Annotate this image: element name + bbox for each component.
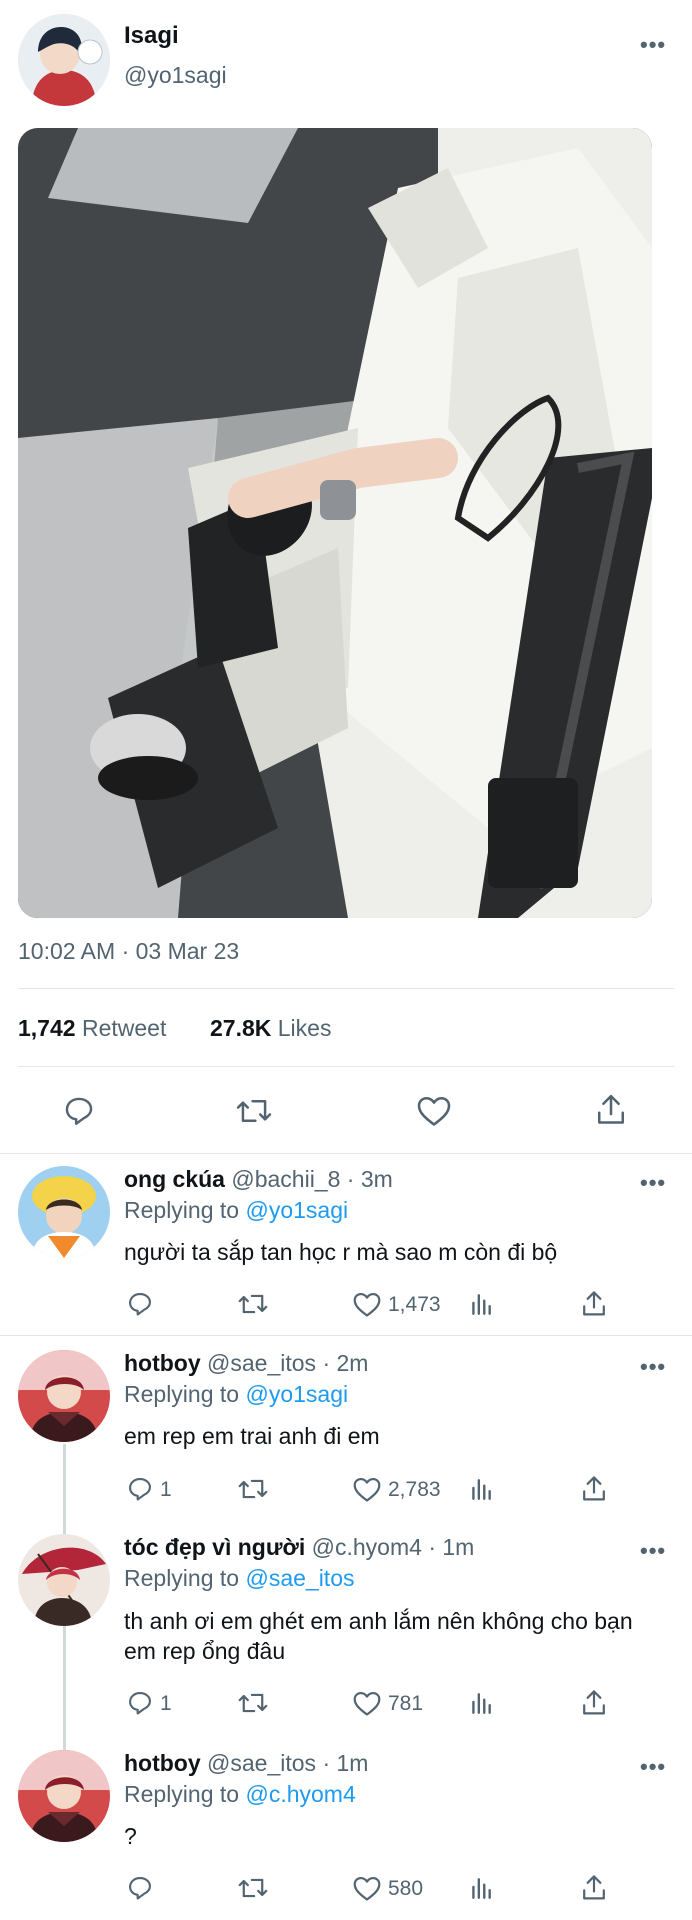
retweet-count: 1,742	[18, 1015, 76, 1041]
reply-text: th anh ơi em ghét em anh lắm nên không c…	[124, 1608, 633, 1664]
like-count: 781	[388, 1692, 424, 1715]
reply-display-name[interactable]: tóc đẹp vì người	[124, 1534, 305, 1560]
reply-header: ong ckúa @bachii_8 · 3m	[124, 1166, 393, 1193]
reply-time: · 3m	[346, 1166, 393, 1192]
reply-avatar[interactable]	[18, 1750, 110, 1842]
reply-avatar[interactable]	[18, 1350, 110, 1442]
reply-text: em rep em trai anh đi em	[124, 1423, 380, 1449]
retweet-label: Retweet	[81, 1015, 167, 1041]
replying-to-link[interactable]: @yo1sagi	[245, 1197, 348, 1223]
replying-label: Replying to	[124, 1781, 240, 1807]
reply-display-name[interactable]: ong ckúa	[124, 1166, 225, 1192]
retweet-icon[interactable]	[238, 1874, 268, 1902]
replying-to-link[interactable]: @yo1sagi	[245, 1381, 348, 1407]
more-icon[interactable]: •••	[640, 32, 666, 58]
author-display-name[interactable]: Isagi	[124, 22, 179, 50]
replying-label: Replying to	[124, 1381, 240, 1407]
replying-to: Replying to @yo1sagi	[124, 1197, 348, 1224]
divider	[18, 1066, 674, 1067]
like-count: 1,473	[388, 1293, 441, 1316]
reply-header: tóc đẹp vì người @c.hyom4 · 1m	[124, 1534, 474, 1561]
divider	[0, 1335, 692, 1336]
reply-handle[interactable]: @c.hyom4	[312, 1534, 422, 1560]
replying-to-link[interactable]: @c.hyom4	[245, 1781, 355, 1807]
reply-icon[interactable]	[62, 1094, 96, 1128]
replying-to-link[interactable]: @sae_itos	[245, 1565, 354, 1591]
replying-to: Replying to @c.hyom4	[124, 1781, 356, 1808]
more-icon[interactable]: •••	[640, 1354, 666, 1380]
like-icon[interactable]	[352, 1291, 382, 1318]
like-icon[interactable]	[416, 1094, 452, 1128]
reply-handle[interactable]: @bachii_8	[231, 1166, 340, 1192]
like-icon[interactable]	[352, 1875, 382, 1902]
reply-time: · 2m	[322, 1350, 369, 1376]
share-icon[interactable]	[580, 1289, 608, 1319]
retweet-icon[interactable]	[236, 1094, 272, 1128]
reply-display-name[interactable]: hotboy	[124, 1350, 201, 1376]
retweet-stat[interactable]: 1,742 Retweet	[18, 1015, 166, 1042]
reply-time: · 1m	[322, 1750, 369, 1776]
like-icon[interactable]	[352, 1476, 382, 1503]
reply-handle[interactable]: @sae_itos	[207, 1350, 316, 1376]
tweet-timestamp: 10:02 AM · 03 Mar 23	[18, 938, 240, 964]
divider	[18, 988, 674, 989]
analytics-icon[interactable]	[468, 1690, 494, 1716]
more-icon[interactable]: •••	[640, 1754, 666, 1780]
analytics-icon[interactable]	[468, 1875, 494, 1901]
reply-text: người ta sắp tan học r mà sao m còn đi b…	[124, 1239, 558, 1265]
reply-count: 1	[160, 1478, 172, 1501]
reply-icon[interactable]	[126, 1874, 154, 1902]
reply-handle[interactable]: @sae_itos	[207, 1750, 316, 1776]
likes-label: Likes	[277, 1015, 332, 1041]
tweet-photo[interactable]	[18, 128, 652, 918]
likes-stat[interactable]: 27.8K Likes	[210, 1015, 331, 1042]
reply-time: · 1m	[428, 1534, 475, 1560]
more-icon[interactable]: •••	[640, 1538, 666, 1564]
author-handle[interactable]: @yo1sagi	[124, 62, 227, 89]
reply-icon[interactable]	[126, 1475, 154, 1503]
share-icon[interactable]	[594, 1092, 628, 1128]
retweet-icon[interactable]	[238, 1290, 268, 1318]
likes-count: 27.8K	[210, 1015, 272, 1041]
more-icon[interactable]: •••	[640, 1170, 666, 1196]
author-avatar[interactable]	[18, 14, 110, 106]
reply-icon[interactable]	[126, 1689, 154, 1717]
replying-to: Replying to @yo1sagi	[124, 1381, 348, 1408]
like-icon[interactable]	[352, 1690, 382, 1717]
like-count: 2,783	[388, 1478, 441, 1501]
like-count: 580	[388, 1877, 424, 1900]
share-icon[interactable]	[580, 1474, 608, 1504]
reply-avatar[interactable]	[18, 1534, 110, 1626]
share-icon[interactable]	[580, 1688, 608, 1718]
reply-count: 1	[160, 1692, 172, 1715]
replying-label: Replying to	[124, 1565, 240, 1591]
retweet-icon[interactable]	[238, 1475, 268, 1503]
retweet-icon[interactable]	[238, 1689, 268, 1717]
share-icon[interactable]	[580, 1873, 608, 1903]
analytics-icon[interactable]	[468, 1476, 494, 1502]
reply-header: hotboy @sae_itos · 2m	[124, 1350, 368, 1377]
reply-display-name[interactable]: hotboy	[124, 1750, 201, 1776]
reply-icon[interactable]	[126, 1290, 154, 1318]
divider	[0, 1153, 692, 1154]
analytics-icon[interactable]	[468, 1291, 494, 1317]
reply-avatar[interactable]	[18, 1166, 110, 1258]
reply-text: ?	[124, 1823, 137, 1849]
replying-label: Replying to	[124, 1197, 240, 1223]
reply-header: hotboy @sae_itos · 1m	[124, 1750, 368, 1777]
replying-to: Replying to @sae_itos	[124, 1565, 354, 1592]
